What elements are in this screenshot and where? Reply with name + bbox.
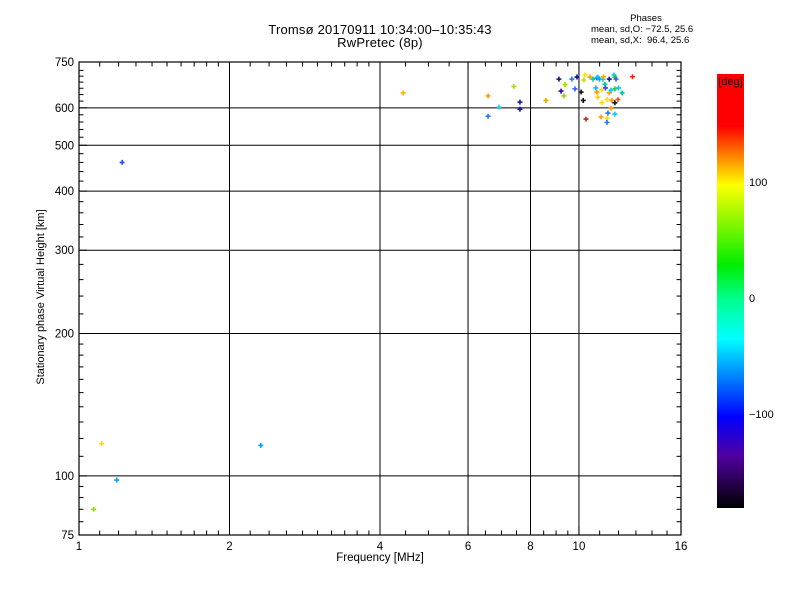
y-tick-label: 400	[55, 186, 74, 198]
data-point	[485, 93, 491, 99]
colorbar-tick-label: −100	[749, 408, 774, 421]
data-point	[604, 96, 610, 102]
data-point	[616, 85, 622, 91]
colorbar-tick-label: 100	[749, 177, 768, 190]
colorbar-tick-label: 0	[749, 293, 756, 306]
data-point	[562, 82, 568, 88]
y-tick-label: 600	[55, 103, 74, 115]
data-point	[595, 94, 601, 100]
data-point	[572, 86, 578, 92]
colorbar-unit-label: [deg]	[718, 76, 743, 88]
x-axis-title: Frequency [MHz]	[336, 552, 424, 564]
data-point	[581, 77, 587, 83]
data-point	[400, 90, 406, 96]
data-point	[580, 97, 586, 103]
data-point	[569, 76, 575, 82]
y-tick-label: 750	[55, 57, 74, 69]
data-point	[91, 506, 97, 512]
data-point	[630, 74, 636, 80]
y-tick-label: 500	[55, 140, 74, 152]
data-point	[556, 76, 562, 82]
data-point	[604, 119, 610, 125]
y-tick-label: 100	[55, 471, 74, 483]
y-tick-label: 300	[55, 245, 74, 257]
scatter-plot-canvas: 1 2 4 6 8 10 1675100200300400500600750	[55, 57, 688, 553]
data-point	[582, 72, 588, 78]
data-point	[605, 110, 611, 116]
phase-colorbar	[717, 74, 744, 508]
y-tick-label: 200	[55, 329, 74, 341]
ionogram-figure: Tromsø 20170911 10:34:00–10:35:43 RwPret…	[0, 0, 800, 600]
data-point	[598, 114, 604, 120]
data-point	[99, 441, 105, 447]
data-point	[558, 88, 564, 94]
data-point	[606, 76, 612, 82]
data-point	[511, 83, 517, 89]
y-axis-title: Stationary phase Virtual Height [km]	[35, 209, 47, 385]
data-point	[543, 97, 549, 103]
data-point	[258, 442, 264, 448]
data-point	[608, 105, 614, 111]
data-point	[599, 100, 605, 106]
data-point	[485, 113, 491, 119]
data-point	[119, 159, 125, 165]
y-tick-label: 75	[61, 530, 74, 542]
data-point	[114, 477, 120, 483]
data-point	[615, 96, 621, 102]
data-point	[604, 115, 610, 121]
data-point	[583, 116, 589, 122]
data-point	[517, 99, 523, 105]
data-point	[619, 90, 625, 96]
data-point	[496, 104, 502, 110]
data-point	[561, 93, 567, 99]
data-point	[612, 111, 618, 117]
